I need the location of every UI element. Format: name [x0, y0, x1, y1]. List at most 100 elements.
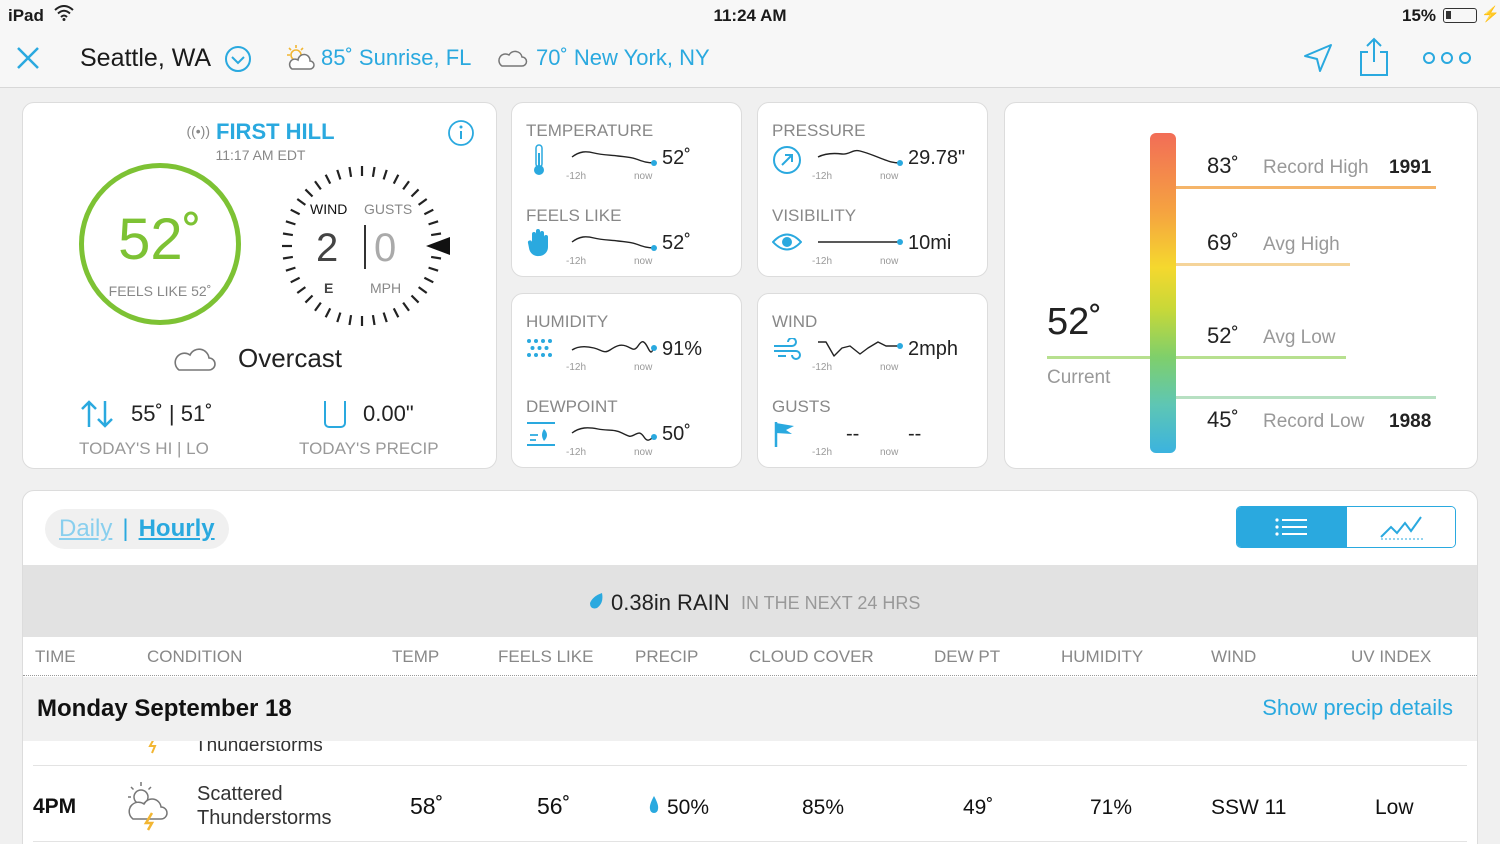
tab-hourly[interactable]: Hourly [139, 515, 215, 542]
temperature-card[interactable]: TEMPERATURE 52˚ -12h now FEELS LIKE 52˚ … [511, 102, 742, 277]
rain-window: IN THE NEXT 24 HRS [741, 593, 921, 613]
tick-start: -12h [812, 362, 833, 373]
hi-lo-label: TODAY'S HI | LO [79, 439, 209, 458]
tab-divider: | [122, 515, 129, 542]
avg-low-value: 52˚ [1207, 323, 1239, 348]
avg-low-line [1176, 356, 1346, 359]
compass-tick [290, 276, 301, 284]
compass-tick [392, 174, 400, 185]
current-temp: 52˚ [118, 207, 202, 272]
tick-now: now [634, 447, 653, 458]
city-title[interactable]: Seattle, WA [80, 44, 211, 73]
wind-card[interactable]: WIND 2mph -12h now GUSTS -- -- -12h now [757, 293, 988, 468]
row-divider [33, 765, 1467, 766]
charging-icon: ⚡ [1481, 6, 1500, 23]
compass-tick [428, 220, 439, 226]
wind-unit: MPH [370, 280, 402, 296]
compass-tick [348, 314, 353, 326]
row-uv-index: Low [1375, 796, 1414, 819]
graph-view-button[interactable] [1347, 507, 1455, 547]
battery-percent: 15% [1402, 6, 1437, 25]
header-divider [23, 675, 1477, 676]
record-low-line [1176, 396, 1436, 399]
tab-daily[interactable]: Daily [59, 515, 112, 542]
station-signal-icon: ((•)) [186, 123, 210, 139]
gusts-speed: 0 [374, 226, 397, 270]
close-icon[interactable] [14, 44, 42, 72]
avg-high-line [1176, 263, 1350, 266]
visibility-value: 10mi [908, 232, 952, 254]
humidity-value: 91% [662, 338, 703, 360]
forecast-panel: Daily | Hourly 0.38in RAIN IN THE NEXT 24 … [22, 490, 1478, 844]
compass-tick [348, 166, 353, 178]
rain-amount: 0.38in RAIN [611, 590, 730, 615]
rain-gauge-icon [324, 401, 346, 428]
compass-tick [410, 188, 420, 198]
tick-now: now [880, 362, 899, 373]
tick-start: -12h [566, 362, 587, 373]
compass-tick [402, 301, 410, 312]
status-time: 11:24 AM [713, 6, 787, 25]
nav-bar: Seattle, WA 85˚ Sunrise, FL 70˚ New York… [0, 30, 1500, 88]
wind-direction: E [324, 280, 334, 296]
compass-tick [392, 307, 400, 318]
feels-like-sparkline [571, 236, 657, 251]
compass-tick [290, 208, 301, 216]
record-high-value: 83˚ [1207, 153, 1239, 178]
compass-tick [423, 276, 434, 284]
tick-now: now [634, 256, 653, 267]
location-arrow-icon[interactable] [1302, 42, 1334, 74]
row-precip: 50% [667, 796, 710, 819]
row-cloud-cover: 85% [802, 796, 845, 819]
overcast-cloud-icon [174, 348, 216, 371]
gusts-label: GUSTS [772, 397, 831, 416]
day-header: Monday September 18 Show precip details [23, 677, 1477, 741]
compass-tick [296, 198, 307, 206]
range-current-label: Current [1047, 367, 1111, 388]
humidity-card[interactable]: HUMIDITY 91% -12h now DEWPOINT 50˚ -12h … [511, 293, 742, 468]
compass-tick [314, 301, 322, 312]
row-time: 4PM [33, 795, 77, 818]
compass-tick [382, 169, 388, 180]
eye-icon [772, 233, 802, 251]
wind-sparkline [818, 341, 903, 357]
compass-tick [417, 286, 428, 294]
avg-low-label: Avg Low [1263, 327, 1336, 348]
list-view-button[interactable] [1237, 507, 1347, 547]
pressure-card[interactable]: PRESSURE 29.78" -12h now VISIBILITY 10mi… [757, 102, 988, 277]
feels-like-label: FEELS LIKE [526, 206, 622, 225]
gusts-label: GUSTS [364, 201, 413, 217]
compass-tick [324, 174, 332, 185]
pressure-sparkline [817, 149, 903, 166]
compass-tick [430, 255, 442, 260]
battery-icon [1443, 8, 1477, 23]
dewpoint-sparkline [571, 427, 657, 441]
compass-tick [371, 166, 376, 178]
status-bar: iPad 11:24 AM 15% ⚡ [0, 0, 1500, 30]
compass-tick [314, 180, 322, 191]
share-icon[interactable] [1358, 36, 1390, 78]
more-icon[interactable] [1422, 50, 1472, 66]
chevron-down-icon[interactable] [224, 45, 252, 73]
dewpoint-value: 50˚ [662, 423, 691, 445]
compass-tick [304, 294, 314, 304]
humidity-sparkline [571, 341, 657, 353]
tick-start: -12h [566, 447, 587, 458]
precip-value: 0.00" [363, 401, 414, 426]
col-dew-pt: DEW PT [934, 647, 1001, 666]
graph-icon [1380, 516, 1423, 540]
compass-tick [282, 255, 294, 260]
location-new-york[interactable]: 70˚ New York, NY [536, 45, 710, 71]
condition-text: Overcast [238, 343, 343, 373]
info-icon[interactable] [447, 119, 475, 147]
cloud-icon [498, 50, 528, 67]
station-name[interactable]: ((•)) FIRST HILL [23, 119, 498, 145]
tick-start: -12h [566, 171, 587, 182]
show-precip-details-link[interactable]: Show precip details [1262, 695, 1453, 721]
flag-icon [774, 422, 794, 447]
compass-tick [382, 312, 388, 323]
compass-tick [324, 307, 332, 318]
row-condition-line1: Scattered [197, 783, 283, 805]
wind-divider [364, 225, 366, 269]
location-sunrise[interactable]: 85˚ Sunrise, FL [321, 45, 471, 71]
